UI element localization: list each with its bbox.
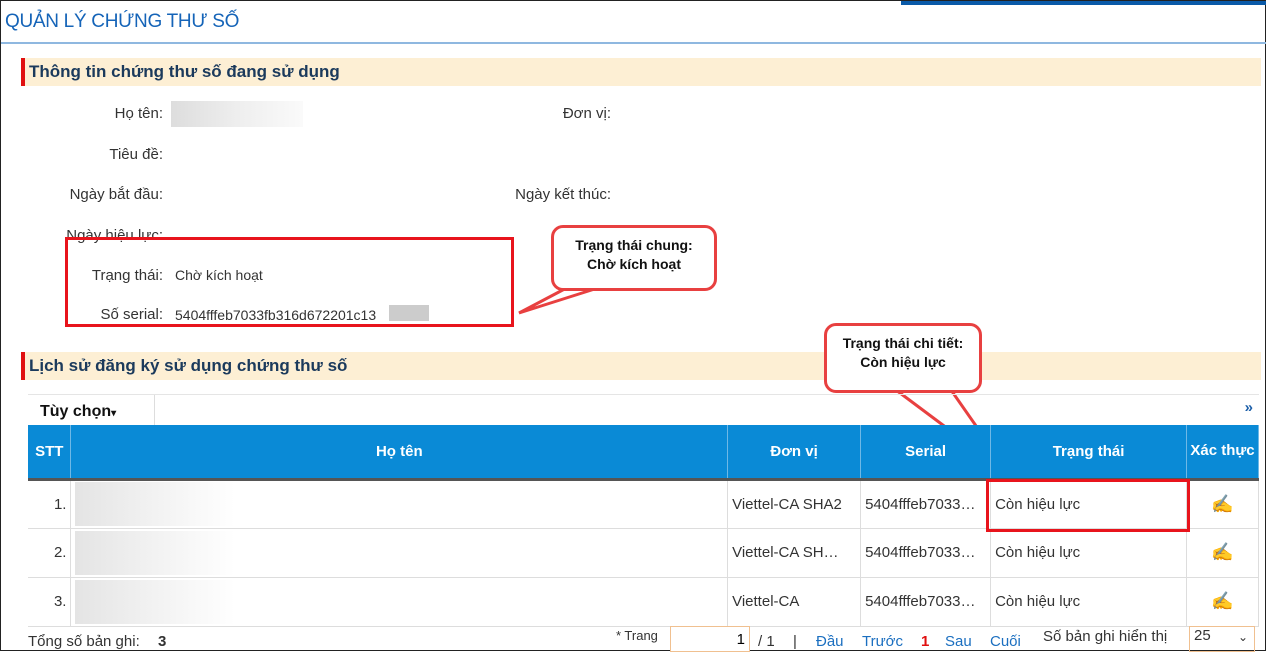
cell-serial: 5404fffeb7033… (860, 479, 992, 529)
last-page-link[interactable]: Cuối (990, 633, 1021, 650)
cell-serial: 5404fffeb7033… (860, 528, 992, 578)
prev-page-link[interactable]: Trước (862, 633, 903, 650)
expand-icon[interactable]: » (1245, 399, 1253, 416)
section-current-cert-header: Thông tin chứng thư số đang sử dụng (21, 58, 1261, 86)
verify-button[interactable]: ✍ (1186, 528, 1259, 578)
section-history-header: Lịch sử đăng ký sử dụng chứng thư số (21, 352, 1261, 380)
per-page-label: Số bản ghi hiển thị (1043, 628, 1168, 645)
col-stt[interactable]: STT (28, 425, 72, 481)
redacted-name (75, 482, 236, 526)
per-page-value: 25 (1194, 627, 1211, 644)
highlight-status-cell (986, 479, 1190, 532)
verify-pen-icon: ✍ (1211, 542, 1234, 562)
page-input[interactable] (670, 626, 750, 652)
cell-don-vi: Viettel-CA SHA2 (727, 479, 862, 529)
current-page[interactable]: 1 (921, 633, 929, 650)
col-serial[interactable]: Serial (860, 425, 992, 481)
callout-line: Chờ kích hoạt (587, 256, 681, 272)
pagination-footer: Tổng số bản ghi: 3 * Trang / 1 | Đầu Trư… (1, 625, 1266, 652)
table-toolbar: Tùy chọn▾ » (28, 394, 1259, 425)
table-row[interactable]: 2. Viettel-CA SH… 5404fffeb7033… Còn hiệ… (28, 528, 1259, 578)
label-don-vi: Đơn vị: (562, 105, 611, 122)
label-tieu-de: Tiêu đề: (109, 146, 163, 163)
cell-trang-thai: Còn hiệu lực (990, 528, 1187, 578)
label-ho-ten: Họ tên: (114, 105, 163, 122)
cell-serial: 5404fffeb7033… (860, 577, 992, 627)
separator: | (793, 633, 797, 650)
next-page-link[interactable]: Sau (945, 633, 972, 650)
options-dropdown[interactable]: Tùy chọn▾ (40, 403, 116, 421)
total-label: Tổng số bản ghi: (28, 633, 140, 650)
verify-button[interactable]: ✍ (1186, 479, 1259, 529)
cell-don-vi: Viettel-CA (727, 577, 862, 627)
verify-button[interactable]: ✍ (1186, 577, 1259, 627)
options-label: Tùy chọn (40, 403, 112, 420)
page-total: / 1 (758, 633, 775, 650)
cell-trang-thai: Còn hiệu lực (990, 577, 1187, 627)
highlight-status-box (65, 237, 514, 327)
cell-ho-ten (70, 577, 729, 627)
cell-stt: 1. (28, 479, 72, 529)
cell-don-vi: Viettel-CA SH… (727, 528, 862, 578)
page-label: * Trang (616, 628, 658, 643)
callout-general-status: Trạng thái chung: Chờ kích hoạt (551, 225, 717, 291)
top-bar (901, 1, 1266, 5)
cell-stt: 2. (28, 528, 72, 578)
per-page-select[interactable]: 25 ⌄ (1189, 626, 1255, 652)
cell-ho-ten (70, 479, 729, 529)
page-title: QUẢN LÝ CHỨNG THƯ SỐ (5, 11, 240, 32)
callout-line: Trạng thái chi tiết: (842, 335, 964, 351)
label-ngay-ket-thuc: Ngày kết thúc: (515, 186, 611, 203)
col-ho-ten[interactable]: Họ tên (70, 425, 729, 481)
verify-pen-icon: ✍ (1211, 591, 1234, 611)
callout-line: Trạng thái chung: (575, 237, 693, 253)
first-page-link[interactable]: Đầu (816, 633, 844, 650)
callout-detail-status: Trạng thái chi tiết: Còn hiệu lực (824, 323, 982, 393)
divider (154, 395, 155, 425)
col-trang-thai[interactable]: Trạng thái (990, 425, 1187, 481)
table-row[interactable]: 3. Viettel-CA 5404fffeb7033… Còn hiệu lự… (28, 577, 1259, 627)
cell-ho-ten (70, 528, 729, 578)
redacted-name (75, 579, 236, 624)
divider (1, 42, 1266, 44)
callout-line: Còn hiệu lực (860, 354, 946, 370)
redacted-name (171, 101, 303, 127)
verify-pen-icon: ✍ (1211, 493, 1234, 514)
chevron-down-icon: ⌄ (1237, 630, 1248, 644)
total-count: 3 (158, 633, 167, 650)
label-ngay-bat-dau: Ngày bắt đầu: (69, 186, 163, 203)
redacted-name (75, 530, 236, 575)
cell-stt: 3. (28, 577, 72, 627)
col-xac-thuc[interactable]: Xác thực (1186, 425, 1259, 481)
caret-down-icon: ▾ (111, 408, 117, 419)
col-don-vi[interactable]: Đơn vị (727, 425, 862, 481)
